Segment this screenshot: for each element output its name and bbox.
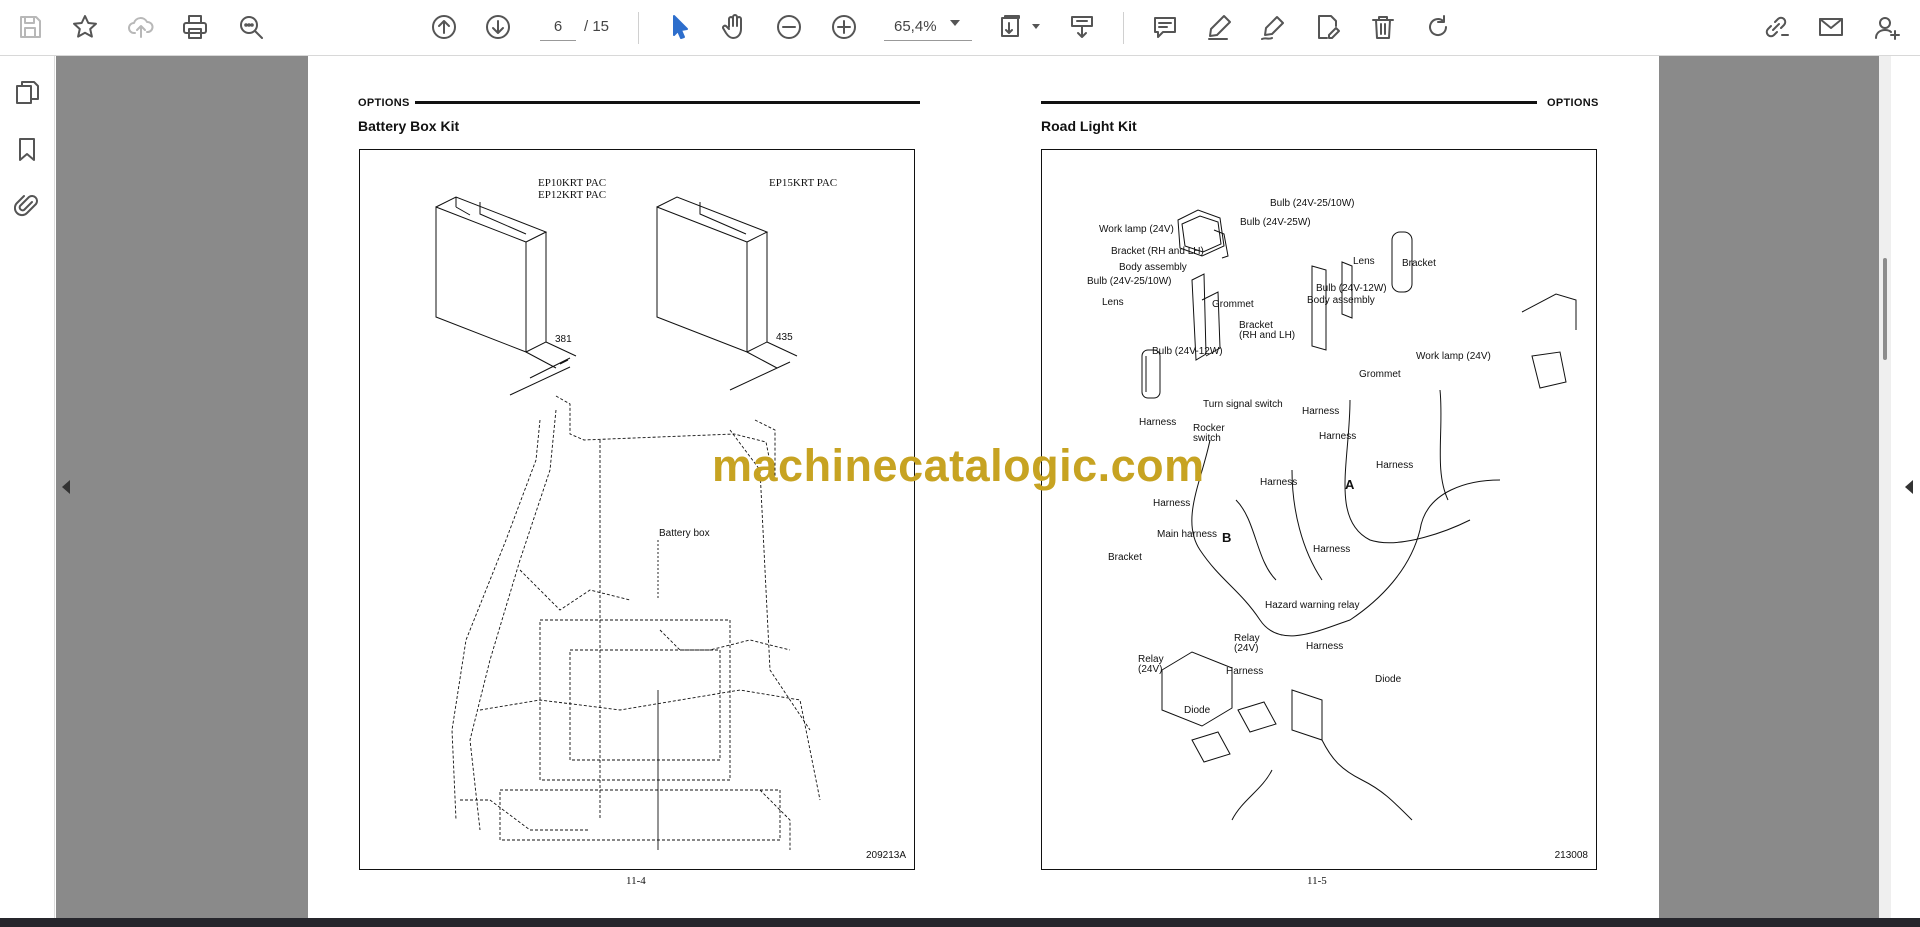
draw-icon[interactable]: [1256, 10, 1290, 44]
zoom-in-icon[interactable]: [827, 10, 861, 44]
hand-pan-icon[interactable]: [717, 10, 751, 44]
delete-icon[interactable]: [1366, 10, 1400, 44]
share-link-icon[interactable]: [1759, 10, 1793, 44]
model-label-ep12krt: EP12KRT PAC: [538, 189, 607, 201]
left-navigation-rail: [0, 56, 55, 918]
callout-lens-right: Lens: [1353, 256, 1375, 267]
callout-relay-b-sub: (24V): [1138, 664, 1163, 675]
callout-body-assembly-left: Body assembly: [1119, 262, 1187, 273]
bookmarks-icon[interactable]: [12, 134, 42, 164]
toolbar-divider: [638, 12, 639, 44]
callout-harness-8: Harness: [1306, 641, 1344, 652]
callout-turn-signal-switch: Turn signal switch: [1203, 399, 1283, 410]
page-number: 11-5: [1307, 875, 1327, 887]
zoom-level-input[interactable]: [884, 13, 972, 41]
callout-diode-1: Diode: [1375, 674, 1402, 685]
battery-box-drawing: [435, 196, 821, 850]
road-light-figure: Work lamp (24V) Bracket (RH and LH) Body…: [1041, 149, 1597, 870]
callout-bracket-2-sub: (RH and LH): [1239, 330, 1296, 341]
email-icon[interactable]: [1814, 10, 1848, 44]
callout-harness-9: Harness: [1226, 666, 1264, 677]
scroll-mode-icon[interactable]: [1065, 10, 1099, 44]
callout-point-b: B: [1222, 530, 1232, 545]
callout-hazard-relay: Hazard warning relay: [1265, 600, 1360, 611]
scrollbar-thumb[interactable]: [1883, 258, 1887, 360]
edit-document-icon[interactable]: [1311, 10, 1345, 44]
watermark-text: machinecatalogic.com: [712, 440, 1205, 491]
upload-cloud-icon[interactable]: [124, 10, 158, 44]
road-light-drawing: [1141, 209, 1577, 821]
fit-page-chevron-icon[interactable]: [1032, 24, 1040, 29]
zoom-dropdown-chevron-icon[interactable]: [950, 20, 960, 26]
callout-lens-left: Lens: [1102, 297, 1124, 308]
zoom-search-icon[interactable]: [234, 10, 268, 44]
expand-right-panel-icon[interactable]: [1905, 480, 1913, 494]
page-header: OPTIONS: [1547, 97, 1599, 109]
rotate-icon[interactable]: [1421, 10, 1455, 44]
page-title: Battery Box Kit: [358, 118, 460, 134]
callout-grommet-left: Grommet: [1212, 299, 1254, 310]
collapse-left-panel-icon[interactable]: [62, 480, 70, 494]
bookmark-star-icon[interactable]: [68, 10, 102, 44]
callout-main-harness: Main harness: [1157, 529, 1218, 540]
callout-work-lamp-left: Work lamp (24V): [1099, 224, 1174, 235]
select-cursor-icon[interactable]: [663, 10, 697, 44]
callout-diode-2: Diode: [1184, 705, 1211, 716]
callout-relay-a-sub: (24V): [1234, 643, 1259, 654]
header-rule: [1041, 101, 1537, 104]
model-label-ep10krt: EP10KRT PAC: [538, 177, 607, 189]
next-page-icon[interactable]: [481, 10, 515, 44]
page-number: 11-4: [626, 875, 646, 887]
callout-grommet-right: Grommet: [1359, 369, 1401, 380]
page-title: Road Light Kit: [1041, 118, 1137, 134]
add-user-icon[interactable]: [1870, 10, 1904, 44]
dimension-label-381: 381: [555, 334, 572, 345]
figure-code: 209213A: [865, 850, 906, 861]
callout-harness-6: Harness: [1153, 498, 1191, 509]
header-rule: [415, 101, 920, 104]
callout-harness-3: Harness: [1319, 431, 1357, 442]
callout-work-lamp-right: Work lamp (24V): [1416, 351, 1491, 362]
battery-box-figure: EP10KRT PAC EP12KRT PAC EP15KRT PAC 381 …: [359, 149, 915, 870]
callout-body-assembly-right: Body assembly: [1307, 295, 1375, 306]
toolbar-divider: [1123, 12, 1124, 44]
callout-point-a: A: [1345, 477, 1355, 492]
model-label-ep15krt: EP15KRT PAC: [769, 177, 838, 189]
callout-bulb-25-10-top: Bulb (24V-25/10W): [1270, 198, 1355, 209]
page-thumbnails-icon[interactable]: [12, 78, 42, 108]
vertical-scrollbar[interactable]: [1879, 56, 1891, 918]
page-total-label: / 15: [584, 18, 610, 35]
callout-bulb-25-10-left: Bulb (24V-25/10W): [1087, 276, 1172, 287]
callout-bulb-25: Bulb (24V-25W): [1240, 217, 1311, 228]
callout-bulb-12-right: Bulb (24V-12W): [1316, 283, 1387, 294]
dimension-label-435: 435: [776, 332, 793, 343]
taskbar-strip: [0, 918, 1920, 927]
attachments-icon[interactable]: [12, 190, 42, 220]
previous-page-icon[interactable]: [427, 10, 461, 44]
figure-code: 213008: [1554, 850, 1588, 861]
fit-page-icon[interactable]: [994, 10, 1028, 44]
highlight-pen-icon[interactable]: [1202, 10, 1236, 44]
zoom-out-icon[interactable]: [772, 10, 806, 44]
print-icon[interactable]: [178, 10, 212, 44]
callout-bracket-top-right: Bracket: [1402, 258, 1436, 269]
toolbar: / 15: [0, 0, 1920, 56]
callout-bracket-rh-lh: Bracket (RH and LH): [1111, 246, 1204, 257]
callout-harness-4: Harness: [1376, 460, 1414, 471]
page-header: OPTIONS: [358, 97, 410, 109]
comment-icon[interactable]: [1148, 10, 1182, 44]
save-icon[interactable]: [13, 10, 47, 44]
callout-bracket-bottom: Bracket: [1108, 552, 1142, 563]
callout-harness-1: Harness: [1302, 406, 1340, 417]
battery-box-label: Battery box: [659, 528, 710, 539]
page-number-input[interactable]: [540, 13, 576, 41]
callout-harness-7: Harness: [1313, 544, 1351, 555]
callout-harness-2: Harness: [1139, 417, 1177, 428]
callout-bulb-12-left: Bulb (24V-12W): [1152, 346, 1223, 357]
callout-harness-5: Harness: [1260, 477, 1298, 488]
